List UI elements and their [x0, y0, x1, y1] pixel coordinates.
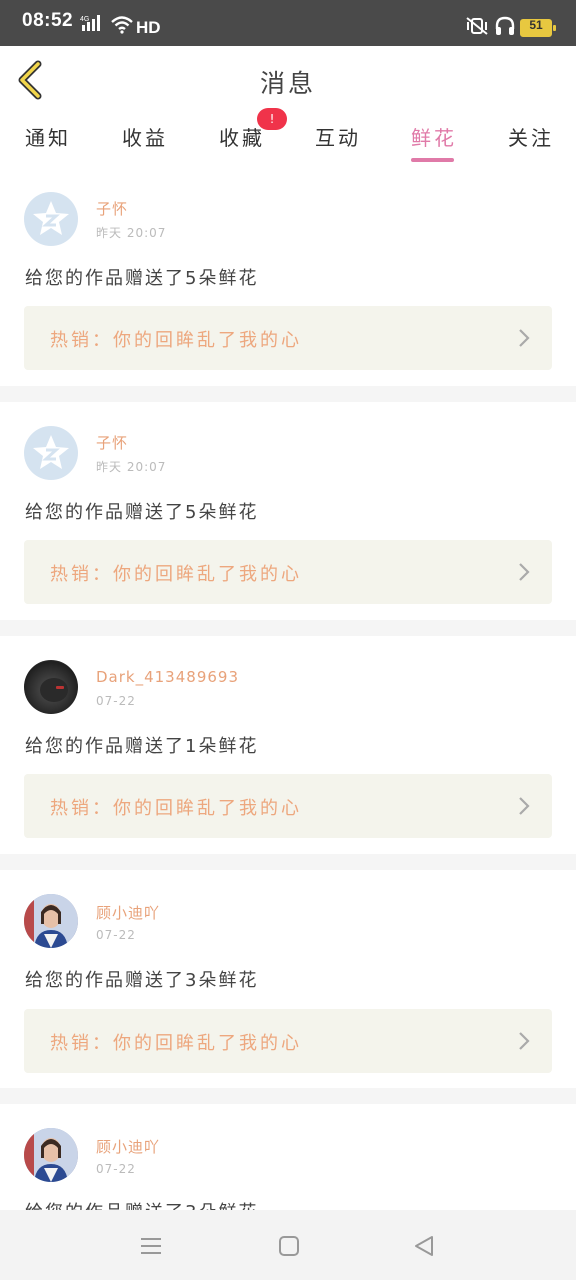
tab-bar: 通知 收益 收藏 互动 鲜花 关注	[0, 114, 576, 174]
signal-icon: 4G	[80, 14, 106, 36]
hot-work-title: 热销：你的回眸乱了我的心	[50, 330, 302, 351]
favorites-badge: !	[257, 108, 287, 130]
home-button[interactable]	[278, 1235, 300, 1261]
sender-name[interactable]: 顾小迪吖	[96, 902, 160, 923]
divider	[0, 386, 576, 402]
hd-indicator: HD	[136, 18, 161, 37]
system-back-button[interactable]	[412, 1234, 436, 1262]
avatar[interactable]	[24, 1128, 78, 1182]
wifi-icon	[110, 16, 134, 38]
chevron-right-icon	[518, 1031, 530, 1055]
tab-interactions[interactable]: 互动	[315, 122, 361, 151]
status-time: 08:52	[22, 10, 74, 31]
sender-name[interactable]: 子怀	[96, 432, 128, 453]
hot-work-title: 热销：你的回眸乱了我的心	[50, 564, 302, 585]
status-bar: 08:52 4G HD 51	[0, 0, 576, 46]
user-photo-avatar	[40, 678, 68, 702]
divider	[0, 620, 576, 636]
menu-icon	[141, 1238, 161, 1254]
network-type-label: 4G	[80, 16, 89, 23]
message-text: 给您的作品赠送了3朵鲜花	[25, 970, 259, 991]
message-card: 子怀 昨天 20:07 给您的作品赠送了5朵鲜花 热销：你的回眸乱了我的心	[0, 174, 576, 386]
message-text: 给您的作品赠送了5朵鲜花	[25, 502, 259, 523]
avatar[interactable]	[24, 660, 78, 714]
hot-work-title: 热销：你的回眸乱了我的心	[50, 798, 302, 819]
back-triangle-icon	[415, 1236, 433, 1256]
chevron-right-icon	[518, 328, 530, 352]
message-text: 给您的作品赠送了1朵鲜花	[25, 736, 259, 757]
hot-work-link[interactable]: 热销：你的回眸乱了我的心	[24, 1009, 552, 1073]
hot-work-link[interactable]: 热销：你的回眸乱了我的心	[24, 306, 552, 370]
qq-default-avatar-icon	[33, 435, 69, 469]
sender-name[interactable]: Dark_413489693	[96, 668, 239, 686]
app-header: 消息	[0, 46, 576, 115]
tab-following[interactable]: 关注	[508, 122, 554, 151]
tab-notifications[interactable]: 通知	[25, 122, 71, 151]
message-card: 子怀 昨天 20:07 给您的作品赠送了5朵鲜花 热销：你的回眸乱了我的心	[0, 402, 576, 622]
message-card: 顾小迪吖 07-22 给您的作品赠送了3朵鲜花 热销：你的回眸乱了我的心	[0, 870, 576, 1090]
hot-work-link[interactable]: 热销：你的回眸乱了我的心	[24, 540, 552, 604]
user-photo-avatar	[24, 894, 78, 948]
message-card: Dark_413489693 07-22 给您的作品赠送了1朵鲜花 热销：你的回…	[0, 636, 576, 856]
sender-name[interactable]: 子怀	[96, 198, 128, 219]
message-time: 07-22	[96, 928, 136, 942]
system-nav-bar	[0, 1210, 576, 1280]
message-time: 昨天 20:07	[96, 226, 167, 240]
vibrate-mute-icon	[465, 16, 489, 40]
user-photo-avatar	[24, 1128, 78, 1182]
tab-favorites[interactable]: 收藏	[219, 122, 265, 151]
tab-flowers[interactable]: 鲜花	[411, 122, 457, 162]
headset-icon	[494, 16, 516, 40]
tab-earnings[interactable]: 收益	[122, 122, 168, 151]
message-time: 07-22	[96, 1162, 136, 1176]
hot-work-link[interactable]: 热销：你的回眸乱了我的心	[24, 774, 552, 838]
tab-flowers-label: 鲜花	[411, 126, 457, 150]
divider	[0, 854, 576, 870]
qq-default-avatar-icon	[33, 201, 69, 235]
chevron-right-icon	[518, 796, 530, 820]
message-time: 07-22	[96, 694, 136, 708]
page-title: 消息	[259, 69, 316, 98]
home-square-icon	[279, 1236, 299, 1256]
message-text: 给您的作品赠送了3朵鲜花	[25, 1198, 258, 1210]
sender-name[interactable]: 顾小迪吖	[96, 1136, 160, 1157]
divider	[0, 1088, 576, 1104]
recents-menu-button[interactable]	[140, 1236, 162, 1260]
avatar[interactable]	[24, 894, 78, 948]
avatar[interactable]	[24, 192, 78, 246]
battery-icon: 51	[520, 18, 556, 37]
avatar[interactable]	[24, 426, 78, 480]
hot-work-title: 热销：你的回眸乱了我的心	[50, 1033, 302, 1054]
battery-level: 51	[529, 18, 543, 32]
message-card: 顾小迪吖 07-22 给您的作品赠送了3朵鲜花	[0, 1104, 576, 1210]
chevron-right-icon	[518, 562, 530, 586]
message-time: 昨天 20:07	[96, 460, 167, 474]
active-tab-indicator	[411, 158, 454, 162]
message-text: 给您的作品赠送了5朵鲜花	[25, 268, 259, 289]
